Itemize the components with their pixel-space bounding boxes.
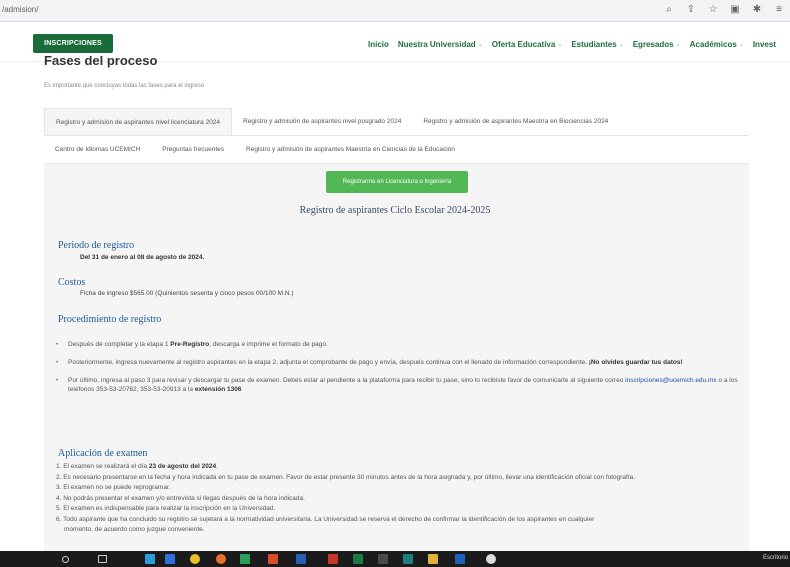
chevron-down-icon: ⌄ — [738, 42, 744, 48]
nav-item-2[interactable]: Oferta Educativa ⌄ — [492, 40, 563, 49]
periodo-heading: Periodo de registro — [58, 240, 135, 251]
menu-icon[interactable]: ≡ — [772, 3, 786, 17]
taskbar-chromium-icon[interactable] — [486, 554, 496, 564]
taskbar-files-icon[interactable] — [165, 554, 175, 564]
chevron-down-icon: ⌄ — [618, 42, 624, 48]
nav-item-label: Estudiantes — [571, 40, 617, 49]
extension-icon[interactable]: ▣ — [728, 3, 742, 17]
periodo-text: Del 31 de enero al 08 de agosto de 2024. — [80, 254, 205, 261]
tab-ciencias-educacion[interactable]: Registro y admisión de aspirantes Maestr… — [235, 136, 466, 163]
task-view-icon[interactable] — [98, 555, 107, 563]
tab-biociencias-2024[interactable]: Registro y admisión de aspirantes Maestr… — [412, 108, 619, 135]
chevron-down-icon: ⌄ — [557, 42, 563, 48]
taskbar-office-icon[interactable] — [268, 554, 278, 564]
nav-item-4[interactable]: Egresados ⌄ — [633, 40, 681, 49]
nav-item-label: Inicio — [368, 40, 389, 49]
share-icon[interactable]: ⇪ — [684, 3, 698, 17]
taskbar-teams-icon[interactable] — [403, 554, 413, 564]
procedimiento-list: Después de completar y la etapa 1 Pre-Re… — [56, 340, 742, 403]
browser-toolbar: ⌕ ⇪ ☆ ▣ ✱ ≡ — [662, 3, 786, 17]
taskbar-pdf-icon[interactable] — [328, 554, 338, 564]
nav-item-5[interactable]: Académicos ⌄ — [690, 40, 744, 49]
list-item: 3. El examen no se puede reprogramar. — [56, 484, 171, 491]
list-item: 1. El examen se realizará el día 23 de a… — [56, 463, 218, 470]
taskbar-excel-icon[interactable] — [353, 554, 363, 564]
procedimiento-heading: Procedimiento de registro — [58, 314, 162, 325]
nav-item-label: Académicos — [689, 40, 737, 49]
chevron-down-icon: ⌄ — [675, 42, 681, 48]
register-licenciatura-button[interactable]: Registrarme en Licenciatura o Ingeniería — [326, 171, 468, 193]
taskbar-word-icon[interactable] — [296, 554, 306, 564]
process-tabs: Registro y admisión de aspirantes nivel … — [44, 108, 749, 164]
nav-item-3[interactable]: Estudiantes ⌄ — [571, 40, 623, 49]
list-item: 6. Todo aspirante que ha concluido su re… — [56, 515, 595, 523]
taskbar-calc-icon[interactable] — [378, 554, 388, 564]
list-item: 2. Es necesario presentarse en la fecha … — [56, 473, 636, 481]
email-link[interactable]: inscripciones@ucemich.edu.mx — [625, 377, 717, 384]
chevron-down-icon: ⌄ — [477, 42, 483, 48]
address-url[interactable]: /admision/ — [2, 5, 38, 14]
nav-item-label: Nuestra Universidad — [397, 40, 476, 49]
puzzle-icon[interactable]: ✱ — [750, 3, 764, 17]
nav-item-0[interactable]: Inicio — [368, 40, 389, 49]
taskbar-store-icon[interactable] — [240, 554, 250, 564]
list-item: Posteriormente, ingresa nuevamente al re… — [56, 358, 742, 367]
zoom-icon[interactable]: ⌕ — [662, 3, 676, 17]
page-title: Fases del proceso — [44, 56, 158, 68]
list-item: 4. No podrás presentar el examen y/o ent… — [56, 494, 305, 502]
list-item: momento, de acuerdo como juzgue convenie… — [64, 526, 205, 533]
taskbar-mail-icon[interactable] — [455, 554, 465, 564]
tab-row-1: Registro y admisión de aspirantes nivel … — [44, 108, 749, 136]
nav-item-label: Egresados — [632, 40, 674, 49]
browser-address-bar[interactable]: /admision/ ⌕ ⇪ ☆ ▣ ✱ ≡ — [0, 0, 790, 22]
search-icon[interactable] — [62, 556, 69, 563]
star-icon[interactable]: ☆ — [706, 3, 720, 17]
taskbar-chrome-icon[interactable] — [190, 554, 200, 564]
taskbar-firefox-icon[interactable] — [216, 554, 226, 564]
windows-taskbar: Escritorio — [0, 551, 790, 567]
tab-row-2: Centro de Idiomas UCEMICH Preguntas frec… — [44, 136, 749, 164]
main-menu: Inicio Nuestra Universidad ⌄ Oferta Educati… — [368, 40, 776, 49]
tab-licenciatura-2024[interactable]: Registro y admisión de aspirantes nivel … — [44, 108, 233, 135]
taskbar-folder-icon[interactable] — [428, 554, 438, 564]
costos-heading: Costos — [58, 277, 86, 288]
examen-list: 1. El examen se realizará el día 23 de a… — [56, 462, 746, 536]
nav-item-6[interactable]: Invest — [753, 40, 776, 49]
nav-item-1[interactable]: Nuestra Universidad ⌄ — [398, 40, 483, 49]
nav-item-label: Oferta Educativa — [491, 40, 556, 49]
nav-item-label: Invest — [752, 40, 776, 49]
tab-centro-idiomas[interactable]: Centro de Idiomas UCEMICH — [44, 136, 151, 163]
list-item: 5. El examen es indispensable para reali… — [56, 505, 276, 512]
page-subtitle: Es importante que concluyas todas las fa… — [44, 83, 205, 89]
list-item: Por último, ingresa al paso 3 para revis… — [56, 376, 742, 394]
tab-posgrado-2024[interactable]: Registro y admisión de aspirantes nivel … — [232, 108, 412, 135]
taskbar-edge-icon[interactable] — [145, 554, 155, 564]
inscripciones-button[interactable]: INSCRIPCIONES — [33, 34, 113, 53]
desktop-label[interactable]: Escritorio — [763, 555, 788, 561]
registration-title: Registro de aspirantes Ciclo Escolar 202… — [299, 205, 491, 216]
examen-heading: Aplicación de examen — [58, 448, 148, 459]
costos-text: Ficha de ingreso $565.00 (Quinientos ses… — [80, 290, 294, 297]
list-item: Después de completar y la etapa 1 Pre-Re… — [56, 340, 742, 349]
tab-preguntas-frecuentes[interactable]: Preguntas frecuentes — [151, 136, 235, 163]
